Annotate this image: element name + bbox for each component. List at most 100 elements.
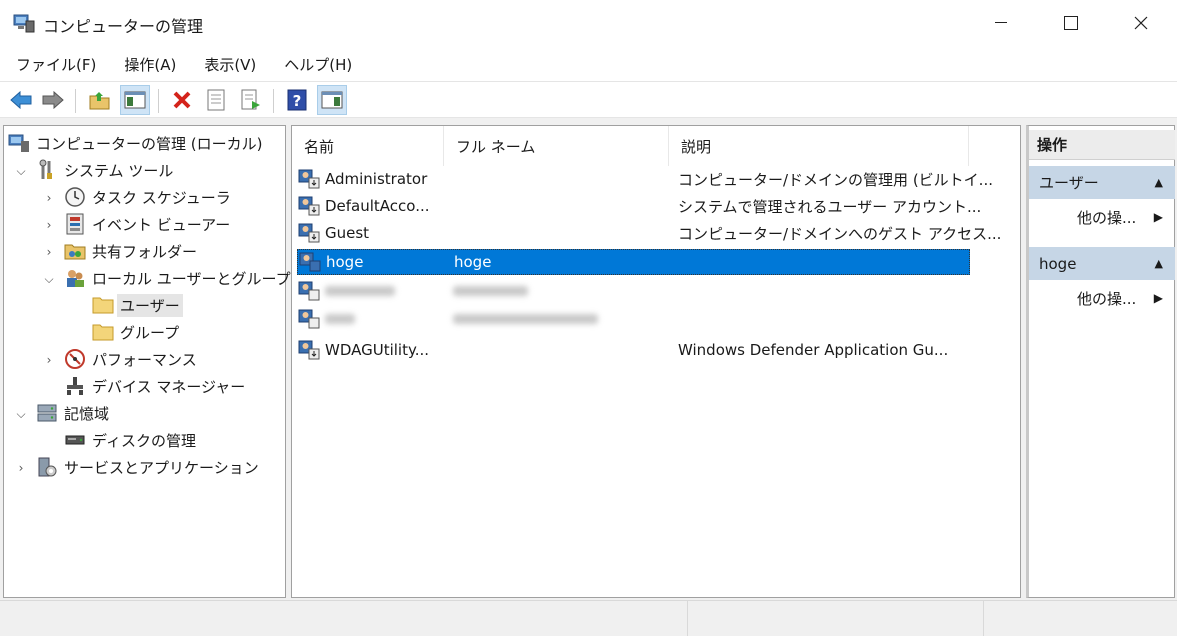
action-group-users[interactable]: ユーザー ▲ (1029, 166, 1175, 199)
properties-icon[interactable] (201, 85, 231, 115)
tree-item-label: デバイス マネージャー (92, 377, 246, 396)
tree-item-computer-management[interactable]: コンピューターの管理 (ローカル) (8, 130, 262, 156)
event-viewer-icon (64, 213, 86, 235)
maximize-button[interactable] (1036, 0, 1106, 46)
performance-icon (64, 348, 86, 370)
tree-item-event-viewer[interactable]: イベント ビューアー (64, 211, 230, 237)
table-row[interactable]: Administrator コンピューター/ドメインの管理用 (ビルトイ... (297, 166, 993, 192)
table-row[interactable]: WDAGUtility... Windows Defender Applicat… (297, 337, 970, 363)
submenu-arrow-icon: ▶ (1153, 210, 1163, 224)
tree-item-label: 記憶域 (64, 404, 110, 423)
tree-item-services-applications[interactable]: サービスとアプリケーション (36, 454, 259, 480)
user-icon (297, 168, 321, 190)
redacted-full-name (453, 286, 528, 296)
minimize-button[interactable] (966, 0, 1036, 46)
tree-item-label: サービスとアプリケーション (64, 458, 259, 477)
action-group-label: ユーザー (1039, 174, 1099, 192)
tree-item-label: ローカル ユーザーとグループ (92, 269, 291, 288)
action-item-label: 他の操... (1077, 208, 1137, 227)
table-row[interactable]: DefaultAcco... システムで管理されるユーザー アカウント... (297, 193, 981, 219)
user-name: WDAGUtility... (325, 341, 430, 359)
user-name: Guest (325, 224, 370, 242)
chevron-down-icon[interactable]: ⌵ (14, 164, 28, 178)
forward-arrow-icon[interactable] (38, 85, 68, 115)
shared-folder-icon (64, 240, 86, 262)
back-arrow-icon[interactable] (6, 85, 36, 115)
status-segment (0, 601, 688, 636)
chevron-right-icon[interactable]: › (42, 353, 56, 367)
user-icon (297, 339, 321, 361)
delete-icon[interactable] (167, 85, 197, 115)
tree-item-device-manager[interactable]: デバイス マネージャー (64, 373, 245, 399)
user-description: システムで管理されるユーザー アカウント... (678, 197, 982, 216)
tree-item-performance[interactable]: パフォーマンス (64, 346, 197, 372)
redacted-user-name (325, 314, 355, 324)
tree-item-disk-management[interactable]: ディスクの管理 (64, 427, 196, 453)
user-icon (297, 222, 321, 244)
tree-item-label: コンピューターの管理 (ローカル) (36, 134, 263, 153)
action-item-label: 他の操... (1077, 289, 1137, 308)
console-tree: コンピューターの管理 (ローカル) ⌵ システム ツール › タスク スケジュー… (3, 125, 291, 598)
toolbar: ? (0, 81, 1177, 118)
action-pane-title: 操作 (1029, 130, 1175, 160)
help-icon[interactable]: ? (282, 85, 312, 115)
column-header-full-name[interactable]: フル ネーム (444, 126, 669, 166)
users-list: 名前 フル ネーム 説明 Administrator コンピューター/ドメインの… (291, 125, 1021, 598)
show-hide-action-pane-icon[interactable] (317, 85, 347, 115)
action-more-actions[interactable]: 他の操... ▶ (1029, 202, 1175, 232)
user-description: Windows Defender Application Gu... (678, 341, 949, 359)
chevron-right-icon[interactable]: › (42, 218, 56, 232)
tools-icon (36, 159, 58, 181)
chevron-right-icon[interactable]: › (42, 245, 56, 259)
user-icon (297, 280, 321, 302)
tree-item-task-scheduler[interactable]: タスク スケジューラ (64, 184, 231, 210)
table-row-redacted[interactable] (297, 306, 970, 332)
menu-view[interactable]: 表示(V) (194, 50, 266, 80)
tree-item-label: ユーザー (117, 293, 183, 317)
user-name: hoge (326, 253, 364, 271)
menu-file[interactable]: ファイル(F) (6, 50, 106, 80)
chevron-down-icon[interactable]: ⌵ (14, 407, 28, 421)
window-title: コンピューターの管理 (43, 17, 204, 36)
user-full-name: hoge (454, 253, 492, 271)
collapse-triangle-icon[interactable]: ▲ (1155, 257, 1163, 270)
menu-action[interactable]: 操作(A) (114, 50, 186, 80)
close-button[interactable] (1106, 0, 1176, 46)
action-more-actions[interactable]: 他の操... ▶ (1029, 283, 1175, 313)
redacted-full-name (453, 314, 598, 324)
folder-icon (92, 294, 114, 316)
tree-item-label: グループ (120, 323, 180, 342)
show-hide-tree-icon[interactable] (120, 85, 150, 115)
tree-item-groups[interactable]: グループ (92, 319, 179, 345)
collapse-triangle-icon[interactable]: ▲ (1155, 176, 1163, 189)
table-row-selected[interactable]: hoge hoge (297, 249, 970, 275)
menu-help[interactable]: ヘルプ(H) (274, 50, 362, 80)
column-header-description[interactable]: 説明 (669, 126, 969, 166)
disk-icon (64, 429, 86, 451)
user-name: Administrator (325, 170, 428, 188)
chevron-right-icon[interactable]: › (14, 461, 28, 475)
redacted-user-name (325, 286, 395, 296)
export-list-icon[interactable] (236, 85, 266, 115)
svg-text:?: ? (293, 92, 302, 110)
table-row-redacted[interactable] (297, 278, 970, 304)
tree-item-storage[interactable]: 記憶域 (36, 400, 109, 426)
tree-item-system-tools[interactable]: システム ツール (36, 157, 173, 183)
action-group-hoge[interactable]: hoge ▲ (1029, 247, 1175, 280)
computer-management-icon (13, 13, 35, 33)
tree-item-label: ディスクの管理 (92, 431, 196, 450)
tree-item-local-users-groups[interactable]: ローカル ユーザーとグループ (64, 265, 291, 291)
tree-item-label: イベント ビューアー (92, 215, 231, 234)
computer-management-icon (8, 132, 30, 154)
folder-icon (92, 321, 114, 343)
tree-item-shared-folders[interactable]: 共有フォルダー (64, 238, 197, 264)
chevron-down-icon[interactable]: ⌵ (42, 272, 56, 286)
tree-item-users[interactable]: ユーザー (92, 292, 183, 318)
storage-icon (36, 402, 58, 424)
tree-item-label: 共有フォルダー (92, 242, 198, 261)
chevron-right-icon[interactable]: › (42, 191, 56, 205)
table-row[interactable]: Guest コンピューター/ドメインへのゲスト アクセス... (297, 220, 1001, 246)
up-folder-icon[interactable] (85, 85, 115, 115)
user-name: DefaultAcco... (325, 197, 430, 215)
column-header-name[interactable]: 名前 (292, 126, 444, 166)
